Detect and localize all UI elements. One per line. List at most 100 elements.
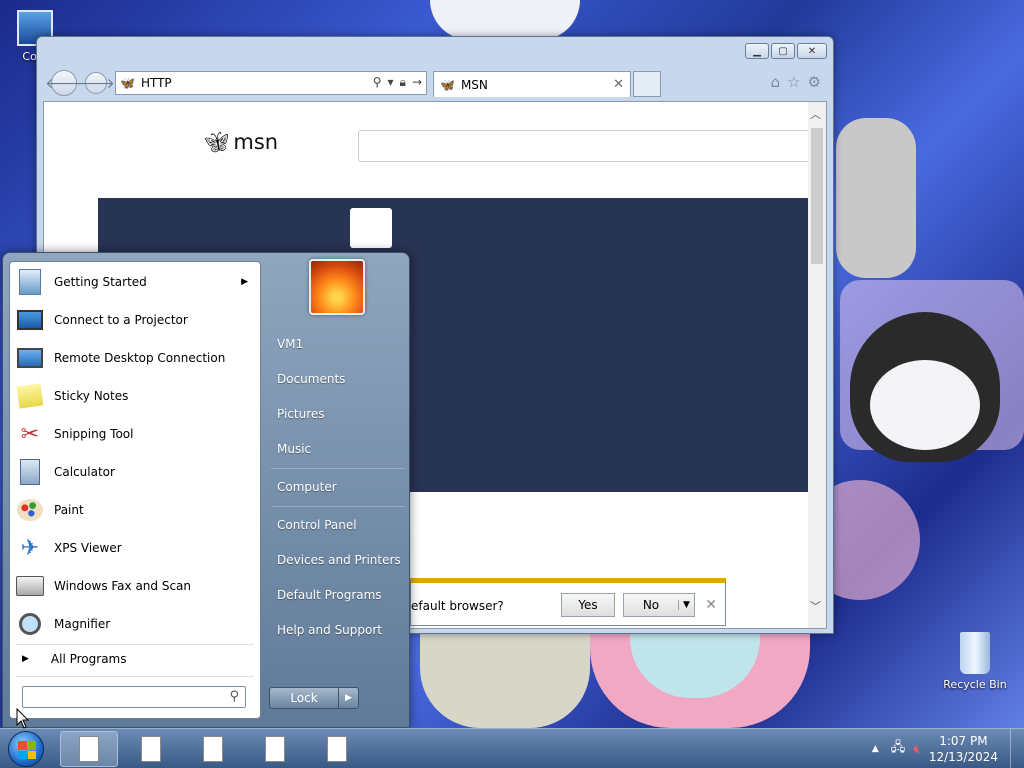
submenu-arrow-icon: ▶ [241, 277, 248, 287]
default-browser-notification: efault browser? Yes No ▼ ✕ [410, 578, 726, 626]
close-button[interactable]: ✕ [797, 43, 827, 59]
all-programs-arrow-icon: ▶ [22, 654, 29, 664]
lock-button[interactable]: Lock ▶ [269, 687, 359, 709]
menu-item-devices-printers[interactable]: Devices and Printers [277, 553, 405, 567]
address-tools: ⚲ ▾ 🔒︎ → [373, 75, 422, 90]
dropdown-icon[interactable]: ▾ [388, 75, 394, 90]
system-tray: ▲ 🖧 🔇︎ 1:07 PM 12/13/2024 [872, 729, 1024, 768]
programs-pane: Getting Started ▶ Connect to a Projector… [9, 261, 261, 719]
no-button[interactable]: No ▼ [623, 593, 695, 617]
no-label: No [642, 598, 660, 612]
wallpaper-character-body [420, 628, 590, 728]
menu-item-documents[interactable]: Documents [277, 372, 405, 386]
menu-item-help-support[interactable]: Help and Support [277, 623, 405, 637]
settings-gear-icon[interactable]: ⚙ [808, 73, 821, 91]
wallpaper-character-bunny-face [870, 360, 980, 450]
menu-item-vm1[interactable]: VM1 [277, 337, 405, 351]
navigation-bar: 🡐 🡒 🦋 HTTP ⚲ ▾ 🔒︎ → 🦋 MSN ✕ ⌂ ☆ ⚙ [45, 69, 827, 97]
separator [271, 506, 405, 507]
tab-close-icon[interactable]: ✕ [613, 77, 624, 92]
lock-label: Lock [290, 691, 318, 705]
taskbar-item[interactable] [246, 731, 304, 767]
notification-close-icon[interactable]: ✕ [705, 597, 717, 613]
program-fax-scan[interactable]: Windows Fax and Scan [14, 568, 258, 604]
maximize-button[interactable]: ▢ [771, 43, 795, 59]
search-icon[interactable]: ⚲ [373, 75, 382, 90]
document-icon [265, 736, 285, 762]
chevron-down-icon[interactable]: ▼ [678, 600, 694, 610]
shutdown-options-arrow-icon[interactable]: ▶ [338, 688, 358, 708]
clock[interactable]: 1:07 PM 12/13/2024 [929, 733, 998, 765]
favorites-star-icon[interactable]: ☆ [787, 73, 800, 91]
windows-logo-icon [18, 741, 36, 759]
address-bar[interactable]: 🦋 HTTP ⚲ ▾ 🔒︎ → [115, 71, 427, 95]
new-tab-button[interactable] [633, 71, 661, 97]
xps-viewer-icon: ✈ [20, 535, 40, 561]
document-icon [141, 736, 161, 762]
scroll-up-icon[interactable]: ︿ [810, 106, 821, 122]
program-magnifier[interactable]: Magnifier [14, 606, 258, 642]
program-snipping-tool[interactable]: ✂ Snipping Tool [14, 416, 258, 452]
desktop-icon-recycle-bin[interactable]: Recycle Bin [940, 632, 1010, 691]
document-icon [79, 736, 99, 762]
msn-favicon: 🦋 [440, 77, 455, 92]
start-search-input[interactable]: ⚲ [22, 686, 246, 708]
separator [271, 468, 405, 469]
show-desktop-button[interactable] [1010, 729, 1024, 768]
menu-item-control-panel[interactable]: Control Panel [277, 518, 405, 532]
home-icon[interactable]: ⌂ [771, 73, 781, 91]
back-button[interactable]: 🡐 [45, 70, 83, 96]
program-paint[interactable]: Paint [14, 492, 258, 528]
menu-item-pictures[interactable]: Pictures [277, 407, 405, 421]
forward-button[interactable]: 🡒 [77, 72, 115, 94]
start-button[interactable] [8, 731, 44, 767]
menu-item-default-programs[interactable]: Default Programs [277, 588, 405, 602]
document-icon [203, 736, 223, 762]
scroll-down-icon[interactable]: ﹀ [810, 598, 821, 614]
minimize-button[interactable]: ▁ [745, 43, 769, 59]
taskbar-item[interactable] [184, 731, 242, 767]
desktop-icon-label: Recycle Bin [943, 678, 1007, 691]
tab-msn[interactable]: 🦋 MSN ✕ [433, 71, 631, 97]
mouse-cursor-icon [16, 708, 30, 729]
separator [16, 676, 254, 677]
network-icon[interactable]: 🖧 [891, 738, 906, 760]
menu-item-computer[interactable]: Computer [277, 480, 405, 494]
program-sticky-notes[interactable]: Sticky Notes [14, 378, 258, 414]
browser-tools: ⌂ ☆ ⚙ [771, 73, 821, 91]
hero-button[interactable] [350, 208, 392, 248]
taskbar: ▲ 🖧 🔇︎ 1:07 PM 12/13/2024 [0, 728, 1024, 768]
clock-time: 1:07 PM [939, 734, 988, 748]
taskbar-item[interactable] [122, 731, 180, 767]
yes-button[interactable]: Yes [561, 593, 615, 617]
program-calculator[interactable]: Calculator [14, 454, 258, 490]
start-menu: Getting Started ▶ Connect to a Projector… [2, 252, 410, 728]
taskbar-item[interactable] [60, 731, 118, 767]
msn-logo[interactable]: 🦋︎ msn [204, 130, 278, 154]
separator [16, 644, 254, 645]
program-xps-viewer[interactable]: ✈ XPS Viewer [14, 530, 258, 566]
fax-scan-icon [14, 570, 46, 602]
magnifier-icon [14, 608, 46, 640]
go-arrow-icon[interactable]: → [412, 75, 422, 90]
window-controls: ▁ ▢ ✕ [745, 43, 827, 59]
msn-search-input[interactable] [358, 130, 814, 162]
all-programs-button[interactable]: ▶ All Programs [22, 652, 127, 666]
sticky-notes-icon [14, 380, 46, 412]
taskbar-item[interactable] [308, 731, 366, 767]
user-picture[interactable] [309, 259, 365, 315]
scrollbar[interactable]: ︿ ﹀ [808, 102, 826, 628]
show-hidden-icons-icon[interactable]: ▲ [872, 744, 879, 754]
program-getting-started[interactable]: Getting Started ▶ [14, 264, 258, 300]
volume-muted-icon[interactable]: 🔇︎ [913, 742, 921, 757]
wallpaper-character-cat [836, 118, 916, 278]
calculator-icon [14, 456, 46, 488]
address-text: HTTP [140, 76, 172, 90]
program-remote-desktop[interactable]: Remote Desktop Connection [14, 340, 258, 376]
clock-date: 12/13/2024 [928, 750, 998, 764]
msn-logo-text: msn [233, 130, 279, 154]
program-connect-projector[interactable]: Connect to a Projector [14, 302, 258, 338]
scroll-thumb[interactable] [811, 128, 823, 264]
menu-item-music[interactable]: Music [277, 442, 405, 456]
search-icon[interactable]: ⚲ [229, 689, 239, 704]
